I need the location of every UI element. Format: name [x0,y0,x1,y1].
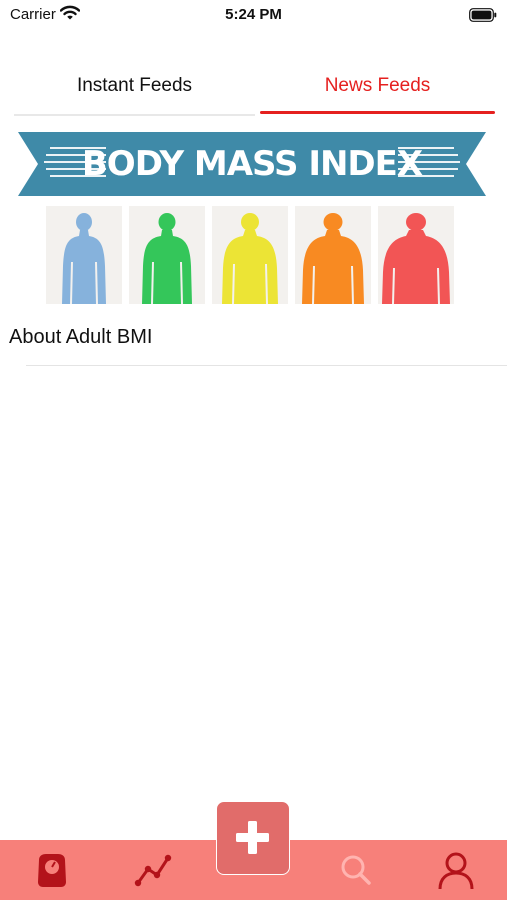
figure-obese [295,206,371,305]
add-entry-button[interactable] [216,801,290,875]
news-item-title: About Adult BMI [9,326,153,348]
figure-normal [129,206,205,305]
scale-icon[interactable] [32,850,72,890]
bmi-banner-image[interactable]: BODY MASS INDEX [14,128,490,308]
figure-extremely-obese [378,206,454,305]
tab-instant-feeds[interactable]: Instant Feeds [14,60,255,116]
tab-news-feeds[interactable]: News Feeds [260,60,495,114]
figure-underweight [46,206,122,305]
active-tab-indicator [260,111,495,114]
user-icon[interactable] [436,850,476,890]
list-divider [26,365,507,366]
banner-title: BODY MASS INDEX [81,144,423,184]
figure-overweight [212,206,288,305]
status-bar: Carrier 5:24 PM [0,0,507,30]
plus-icon [236,821,269,854]
clock-label: 5:24 PM [225,6,282,23]
battery-icon [469,8,497,26]
feed-tabs: Instant Feeds News Feeds [14,60,496,116]
news-list-item[interactable]: About Adult BMI [0,316,507,366]
search-icon[interactable] [336,850,376,890]
chart-line-icon[interactable] [133,850,173,890]
